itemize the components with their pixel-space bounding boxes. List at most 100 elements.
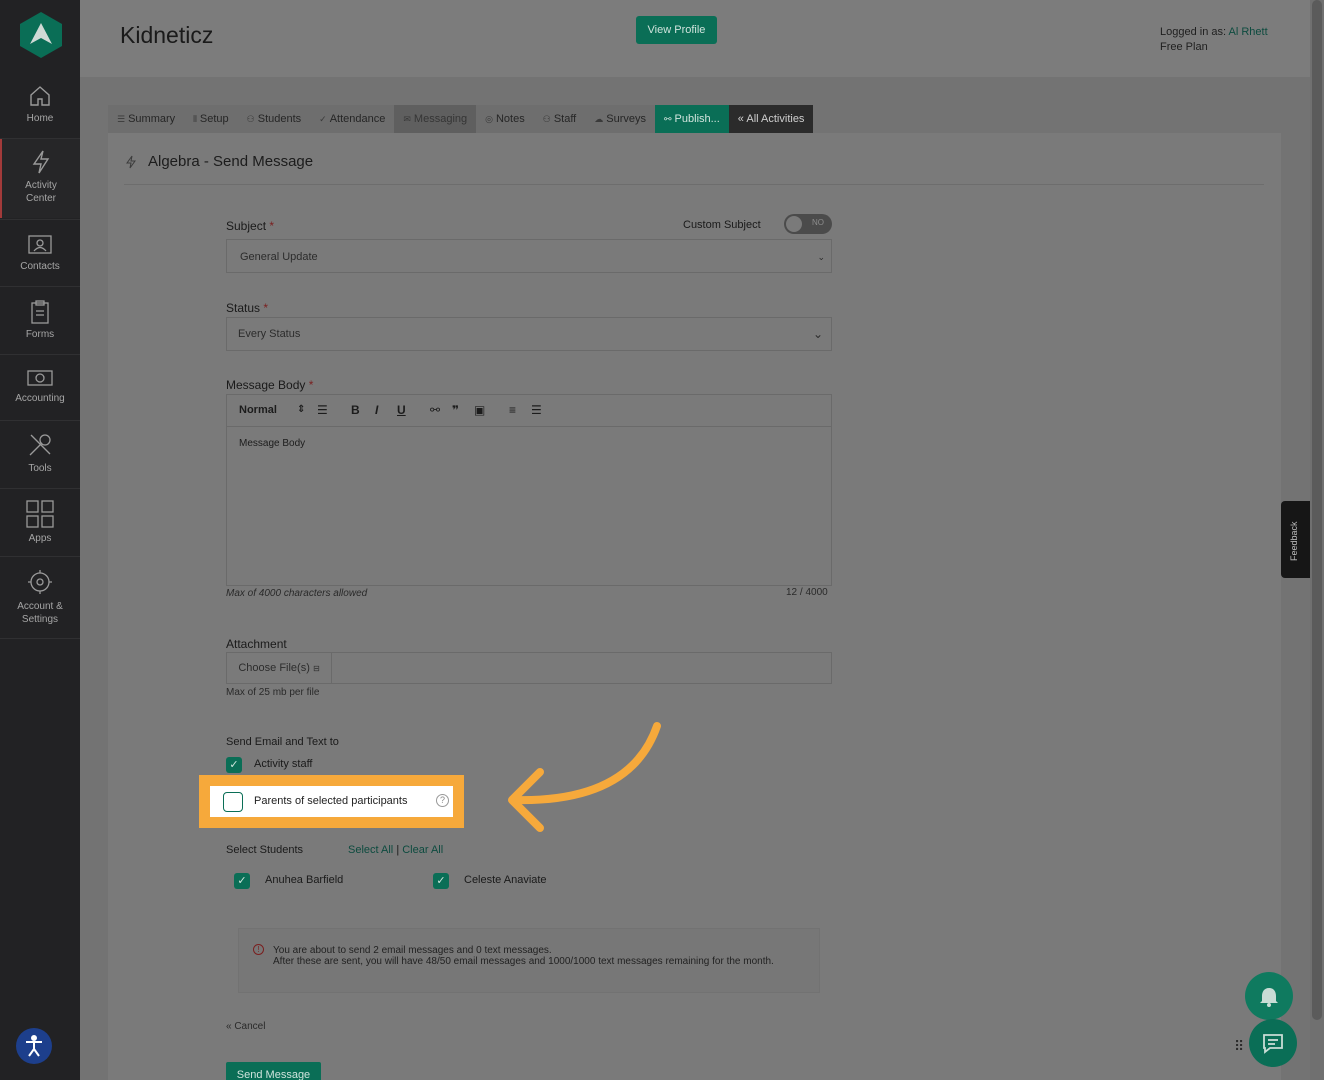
tab-setup[interactable]: ⫴ Setup (184, 105, 238, 133)
sidebar-item-tools[interactable]: Tools (0, 432, 80, 475)
underline-icon[interactable]: U (397, 403, 406, 417)
tab-label: Staff (553, 113, 577, 125)
tab-staff[interactable]: ⚇ Staff (533, 105, 586, 133)
contacts-icon (28, 235, 52, 254)
divider (124, 184, 1264, 185)
gear-icon (28, 570, 52, 594)
money-icon (27, 370, 53, 386)
message-editor: Normal ⇕ ☰ B I U ⚯ ❞ ▣ ≡ ☰ Message Body (226, 394, 832, 586)
upload-icon: ⊟ (312, 664, 320, 673)
parents-label: Parents of selected participants (254, 795, 408, 807)
sidebar-item-home[interactable]: Home (0, 84, 80, 125)
cloud-icon: ☁ (594, 114, 604, 124)
italic-icon[interactable]: I (375, 403, 378, 417)
student-checkbox[interactable]: ✓ (234, 873, 250, 889)
message-body-input[interactable]: Message Body (239, 438, 305, 449)
summary-icon: ☰ (117, 114, 126, 124)
message-body-label: Message Body * (226, 378, 313, 392)
home-icon (30, 86, 50, 106)
cancel-link[interactable]: « Cancel (226, 1021, 265, 1032)
subject-select[interactable]: General Update ⌄ (226, 239, 832, 273)
required-marker: * (308, 378, 314, 392)
chat-button[interactable] (1249, 1019, 1297, 1067)
activity-staff-label: Activity staff (254, 758, 313, 770)
sidebar-item-label: Tools (28, 463, 52, 474)
tab-publish[interactable]: ⚯ Publish... (655, 105, 729, 133)
required-marker: * (263, 301, 269, 315)
setup-icon: ⫴ (193, 114, 197, 124)
align-icon[interactable]: ☰ (317, 403, 328, 417)
user-link[interactable]: Al Rhett (1229, 26, 1268, 38)
send-message-button[interactable]: Send Message (226, 1062, 321, 1080)
chat-icon (1263, 1034, 1283, 1054)
custom-subject-toggle[interactable]: NO (784, 214, 832, 234)
link-separator: | (396, 844, 400, 856)
org-name: Kidneticz (120, 22, 214, 48)
help-icon[interactable]: ? (436, 794, 449, 807)
student-checkbox[interactable]: ✓ (433, 873, 449, 889)
ordered-list-icon[interactable]: ≡ (509, 403, 516, 417)
choose-files-label: Choose File(s) (238, 662, 310, 674)
toggle-knob (786, 216, 802, 232)
tab-surveys[interactable]: ☁ Surveys (585, 105, 655, 133)
send-to-label: Send Email and Text to (226, 736, 339, 748)
sidebar-item-account-settings[interactable]: Account & Settings (0, 568, 80, 626)
logged-in-label: Logged in as: (1160, 26, 1227, 38)
sidebar-item-forms[interactable]: Forms (0, 300, 80, 341)
subject-value: General Update (240, 251, 318, 263)
sidebar-item-activity-center[interactable]: Activity Center (0, 139, 80, 218)
status-label-text: Status (226, 301, 261, 315)
attachment-label: Attachment (226, 637, 287, 651)
info-icon: ! (253, 944, 264, 955)
attachment-input[interactable]: Choose File(s) ⊟ (226, 652, 832, 684)
notes-icon: ◎ (485, 114, 493, 124)
scrollbar-thumb[interactable] (1312, 0, 1322, 1020)
link-icon[interactable]: ⚯ (430, 403, 440, 417)
app-logo[interactable] (20, 12, 62, 58)
students-icon: ⚇ (246, 114, 255, 124)
tab-summary[interactable]: ☰ Summary (108, 105, 185, 133)
select-all-link[interactable]: Select All (348, 844, 393, 856)
bold-icon[interactable]: B (351, 403, 360, 417)
subject-label: Subject * (226, 219, 274, 233)
drag-handle-icon[interactable]: ⠿ (1234, 1038, 1244, 1055)
sidebar-item-contacts[interactable]: Contacts (0, 232, 80, 273)
tab-notes[interactable]: ◎ Notes (476, 105, 534, 133)
status-select[interactable]: Every Status ⌄ (226, 317, 832, 351)
notice-line-2: After these are sent, you will have 48/5… (273, 956, 774, 967)
quote-icon[interactable]: ❞ (452, 403, 459, 417)
bell-icon (1260, 988, 1278, 1007)
sidebar-item-label: Activity Center (25, 180, 57, 204)
parents-checkbox[interactable] (223, 792, 243, 812)
format-select[interactable]: Normal (239, 404, 277, 416)
clipboard-icon (31, 300, 49, 324)
tab-label: Publish... (674, 113, 720, 125)
send-notice: You are about to send 2 email messages a… (238, 928, 820, 993)
grid-icon (26, 500, 54, 528)
notice-line-1: You are about to send 2 email messages a… (273, 945, 552, 956)
tab-messaging[interactable]: ✉ Messaging (394, 105, 477, 133)
sidebar-item-label: Home (26, 113, 54, 124)
toggle-state: NO (812, 218, 824, 227)
bullet-list-icon[interactable]: ☰ (531, 403, 542, 417)
accessibility-button[interactable] (16, 1028, 52, 1064)
tab-all-activities[interactable]: « All Activities (728, 105, 814, 133)
feedback-tab[interactable]: Feedback (1281, 501, 1310, 578)
status-label: Status * (226, 301, 268, 315)
notifications-button[interactable] (1245, 972, 1293, 1020)
staff-icon: ⚇ (542, 114, 551, 124)
clear-all-link[interactable]: Clear All (402, 844, 443, 856)
tab-label: Attendance (329, 113, 386, 125)
char-limit-note: Max of 4000 characters allowed (226, 588, 368, 599)
sidebar-item-apps[interactable]: Apps (0, 500, 80, 545)
image-icon[interactable]: ▣ (474, 403, 485, 417)
check-icon: ✓ (319, 114, 327, 124)
accessibility-icon (26, 1035, 42, 1057)
tab-label: Students (257, 113, 302, 125)
sidebar-item-accounting[interactable]: Accounting (0, 368, 80, 405)
choose-files-button[interactable]: Choose File(s) ⊟ (227, 653, 332, 683)
tab-students[interactable]: ⚇ Students (237, 105, 311, 133)
view-profile-button[interactable]: View Profile (636, 16, 717, 44)
activity-staff-checkbox[interactable]: ✓ (226, 757, 242, 773)
tab-attendance[interactable]: ✓ Attendance (310, 105, 395, 133)
